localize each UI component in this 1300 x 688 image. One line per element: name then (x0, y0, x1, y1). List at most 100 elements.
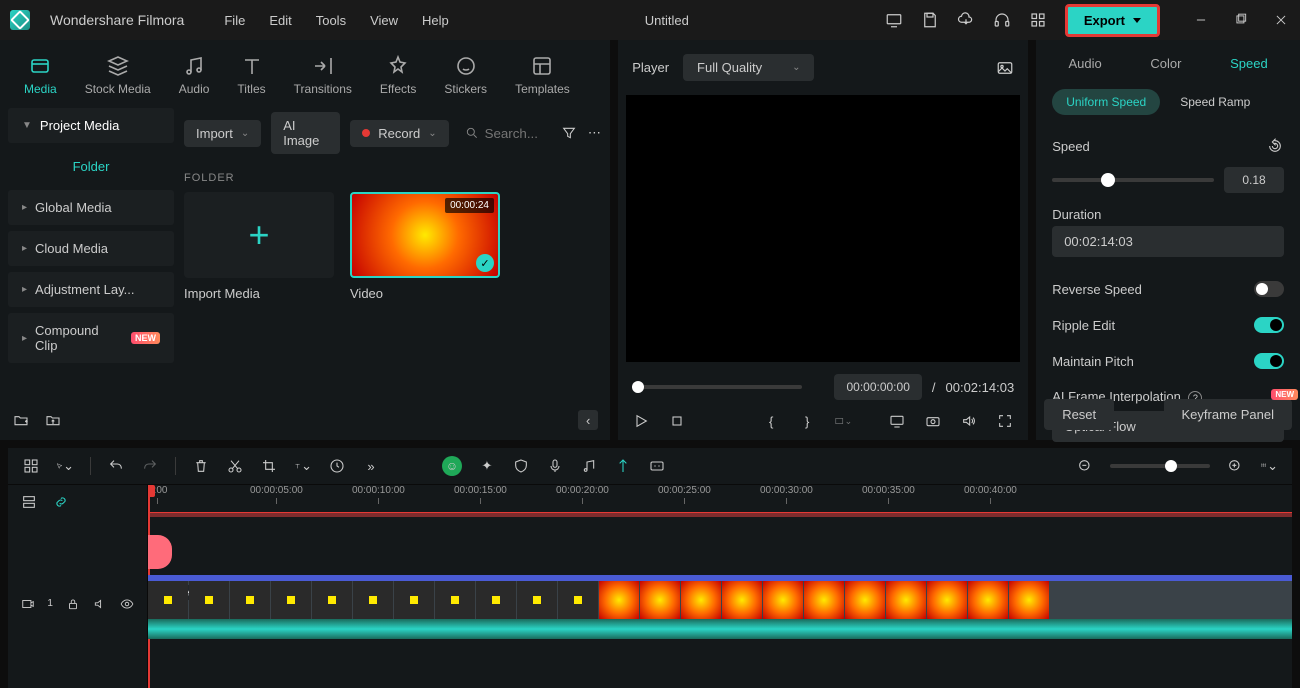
track-layers-icon[interactable] (20, 493, 38, 511)
zoom-thumb[interactable] (1165, 460, 1177, 472)
headphones-icon[interactable] (993, 11, 1011, 29)
text-button[interactable]: ⌄ (294, 457, 312, 475)
reverse-speed-toggle[interactable] (1254, 281, 1284, 297)
scrub-thumb[interactable] (632, 381, 644, 393)
timeline-tracks[interactable]: 0:0000:00:05:0000:00:10:0000:00:15:0000:… (148, 485, 1292, 688)
subtab-speed-ramp[interactable]: Speed Ramp (1166, 89, 1264, 115)
grid-icon[interactable] (1029, 11, 1047, 29)
track-visibility-icon[interactable] (120, 595, 135, 613)
zoom-slider[interactable] (1110, 464, 1210, 468)
reset-speed-icon[interactable] (1266, 137, 1284, 155)
close-button[interactable] (1272, 11, 1290, 29)
duration-value[interactable]: 00:02:14:03 (1052, 226, 1284, 257)
shield-icon[interactable] (512, 457, 530, 475)
search-box[interactable] (459, 120, 551, 147)
tab-audio-props[interactable]: Audio (1061, 52, 1110, 75)
reset-button[interactable]: Reset (1044, 399, 1114, 430)
save-icon[interactable] (921, 11, 939, 29)
folder-out-icon[interactable] (44, 411, 62, 429)
zoom-in-button[interactable] (1226, 457, 1244, 475)
tab-effects[interactable]: Effects (380, 54, 416, 96)
cut-button[interactable] (226, 457, 244, 475)
undo-button[interactable] (107, 457, 125, 475)
tab-titles[interactable]: Titles (237, 54, 265, 96)
audio-waveform[interactable] (148, 619, 1292, 639)
sidebar-compound-clip[interactable]: ▸Compound ClipNEW (8, 313, 174, 363)
timeline-settings-icon[interactable]: ⌄ (1260, 457, 1278, 475)
cloud-icon[interactable] (957, 11, 975, 29)
tab-color-props[interactable]: Color (1142, 52, 1189, 75)
crop-button[interactable] (260, 457, 278, 475)
zoom-out-button[interactable] (1076, 457, 1094, 475)
display-icon[interactable] (888, 412, 906, 430)
caption-icon[interactable] (648, 457, 666, 475)
track-lock-icon[interactable] (65, 595, 80, 613)
keyframe-panel-button[interactable]: Keyframe Panel (1164, 399, 1293, 430)
layout-icon[interactable] (22, 457, 40, 475)
sidebar-folder[interactable]: Folder (8, 149, 174, 184)
import-button[interactable]: Import⌄ (184, 120, 261, 147)
video-track-header[interactable]: 1 (8, 519, 147, 688)
sidebar-global-media[interactable]: ▸Global Media (8, 190, 174, 225)
delete-button[interactable] (192, 457, 210, 475)
timeline-ruler[interactable]: 0:0000:00:05:0000:00:10:0000:00:15:0000:… (148, 485, 1292, 513)
smiley-icon[interactable]: ☺ (442, 456, 462, 476)
audio-marker[interactable] (148, 535, 172, 569)
sidebar-project-media[interactable]: ▼Project Media (8, 108, 174, 143)
new-folder-icon[interactable] (12, 411, 30, 429)
preview-viewport[interactable] (626, 95, 1020, 362)
menu-file[interactable]: File (224, 13, 245, 28)
menu-help[interactable]: Help (422, 13, 449, 28)
ai-image-button[interactable]: AI Image (271, 112, 340, 154)
tab-stock-media[interactable]: Stock Media (85, 54, 151, 96)
menu-view[interactable]: View (370, 13, 398, 28)
camera-icon[interactable] (924, 412, 942, 430)
tab-audio[interactable]: Audio (179, 54, 210, 96)
scrub-slider[interactable] (632, 385, 802, 389)
play-button[interactable] (632, 412, 650, 430)
sparkle-icon[interactable]: ✦ (478, 457, 496, 475)
screen-icon[interactable] (885, 11, 903, 29)
mark-in-icon[interactable]: { (762, 412, 780, 430)
ripple-edit-toggle[interactable] (1254, 317, 1284, 333)
track-mute-icon[interactable] (92, 595, 107, 613)
record-button[interactable]: Record⌄ (350, 120, 448, 147)
export-button[interactable]: Export (1065, 4, 1160, 37)
subtab-uniform-speed[interactable]: Uniform Speed (1052, 89, 1160, 115)
collapse-sidebar-button[interactable]: ‹ (578, 410, 598, 430)
mic-icon[interactable] (546, 457, 564, 475)
minimize-button[interactable] (1192, 11, 1210, 29)
tab-stickers[interactable]: Stickers (444, 54, 487, 96)
snapshot-icon[interactable] (996, 59, 1014, 77)
sidebar-cloud-media[interactable]: ▸Cloud Media (8, 231, 174, 266)
video-tile[interactable]: 00:00:24 ✓ Video (350, 192, 500, 309)
speed-value[interactable]: 0.18 (1224, 167, 1284, 193)
tab-speed-props[interactable]: Speed (1222, 52, 1276, 75)
ratio-icon[interactable]: ⌄ (834, 412, 852, 430)
menu-edit[interactable]: Edit (269, 13, 291, 28)
speed-slider[interactable] (1052, 178, 1214, 182)
tab-templates[interactable]: Templates (515, 54, 570, 96)
sidebar-adjustment-layer[interactable]: ▸Adjustment Lay... (8, 272, 174, 307)
tab-transitions[interactable]: Transitions (294, 54, 352, 96)
mark-out-icon[interactable]: } (798, 412, 816, 430)
volume-icon[interactable] (960, 412, 978, 430)
redo-button[interactable] (141, 457, 159, 475)
maintain-pitch-toggle[interactable] (1254, 353, 1284, 369)
search-input[interactable] (485, 126, 545, 141)
filter-icon[interactable] (561, 124, 577, 142)
import-media-tile[interactable]: + Import Media (184, 192, 334, 309)
marker-icon[interactable] (614, 457, 632, 475)
fullscreen-icon[interactable] (996, 412, 1014, 430)
maximize-button[interactable] (1232, 11, 1250, 29)
quality-select[interactable]: Full Quality⌄ (683, 54, 814, 81)
stop-button[interactable] (668, 412, 686, 430)
music-note-icon[interactable] (580, 457, 598, 475)
link-icon[interactable] (52, 493, 70, 511)
more-tools-icon[interactable]: » (362, 457, 380, 475)
more-icon[interactable]: ⋯ (587, 124, 603, 142)
tab-media[interactable]: Media (24, 54, 57, 96)
menu-tools[interactable]: Tools (316, 13, 346, 28)
video-clip[interactable]: ▸Video (148, 575, 1292, 619)
speed-icon[interactable] (328, 457, 346, 475)
